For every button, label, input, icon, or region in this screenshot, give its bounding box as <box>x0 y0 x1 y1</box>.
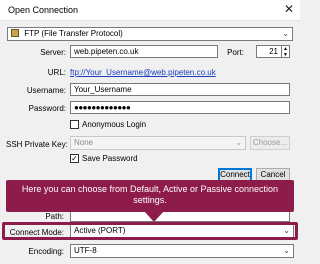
encoding-label: Encoding: <box>28 247 64 256</box>
chevron-down-icon: ⌄ <box>283 246 290 255</box>
anonymous-checkbox[interactable] <box>70 120 79 129</box>
callout-pointer <box>144 211 164 222</box>
stepper-down-icon[interactable]: ▼ <box>282 52 289 58</box>
choose-button[interactable]: Choose... <box>250 136 290 150</box>
close-icon[interactable]: ✕ <box>284 2 294 16</box>
port-stepper[interactable]: ▲ ▼ <box>282 45 290 58</box>
protocol-select[interactable]: FTP (File Transfer Protocol) ⌄ <box>7 27 293 41</box>
callout-text: Here you can choose from Default, Active… <box>21 184 279 205</box>
chevron-down-icon: ⌄ <box>282 29 289 38</box>
server-label: Server: <box>40 48 66 57</box>
ssh-key-selected: None <box>74 138 94 147</box>
protocol-icon <box>11 29 19 37</box>
connect-mode-highlight <box>2 222 298 240</box>
server-input[interactable]: web.pipeten.co.uk <box>70 45 218 58</box>
ssh-key-label: SSH Private Key: <box>6 140 68 149</box>
chevron-down-icon: ⌄ <box>235 138 242 147</box>
port-label: Port: <box>227 48 244 57</box>
window-title: Open Connection <box>8 5 79 15</box>
username-label: Username: <box>26 86 66 95</box>
save-password-label: Save Password <box>82 154 138 163</box>
encoding-selected: UTF-8 <box>74 246 97 255</box>
url-link[interactable]: ftp://Your_Username@web.pipeten.co.uk <box>70 68 216 77</box>
encoding-select[interactable]: UTF-8 ⌄ <box>70 244 294 258</box>
port-input[interactable]: 21 <box>256 45 282 58</box>
ssh-key-select[interactable]: None ⌄ <box>70 136 246 150</box>
save-password-checkbox[interactable]: ✓ <box>70 154 79 163</box>
tooltip-callout: Here you can choose from Default, Active… <box>6 180 294 222</box>
anonymous-label: Anonymous Login <box>82 120 147 129</box>
url-label: URL: <box>47 68 66 77</box>
title-bar: Open Connection ✕ <box>0 0 300 21</box>
protocol-selected: FTP (File Transfer Protocol) <box>24 29 123 38</box>
path-label: Path: <box>45 212 64 221</box>
password-input[interactable]: ●●●●●●●●●●●●● <box>70 101 290 114</box>
username-input[interactable]: Your_Username <box>70 83 290 96</box>
password-label: Password: <box>28 104 66 113</box>
